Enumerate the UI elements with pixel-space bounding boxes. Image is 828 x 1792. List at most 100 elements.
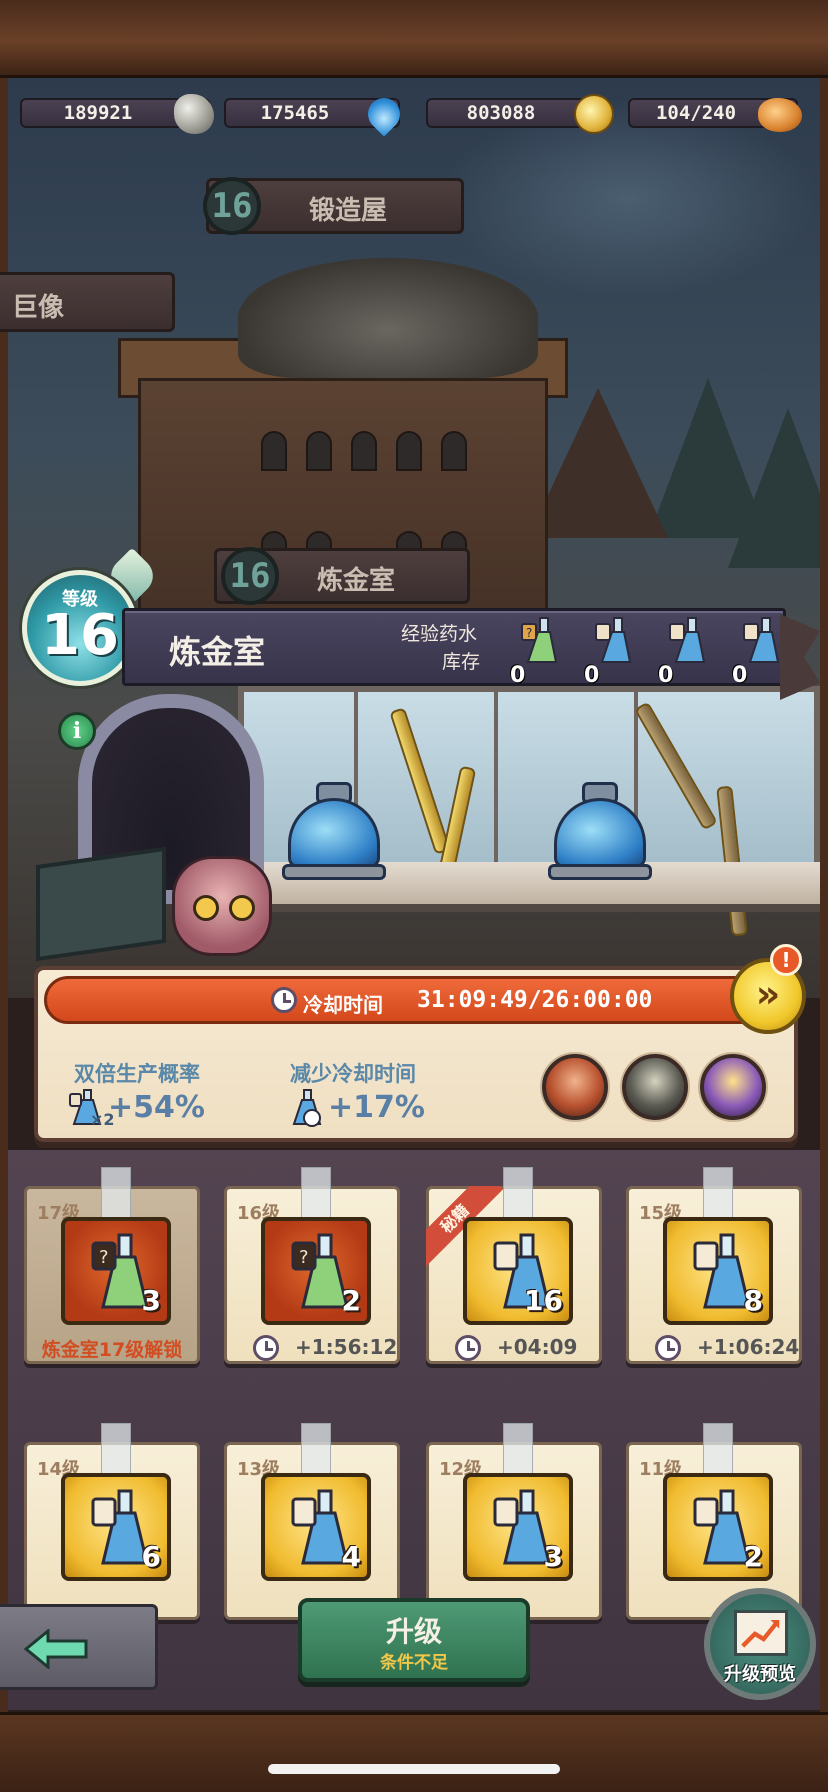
bread-icon [758, 98, 802, 132]
tent-spire [528, 388, 668, 538]
forge-name: 锻造屋 [309, 196, 388, 226]
stone-ore-icon [174, 94, 214, 134]
clock-icon [655, 1335, 681, 1361]
recipe-card[interactable]: 15级 8 +1:06:24 [626, 1167, 802, 1364]
giant-claw-statue [238, 258, 538, 378]
recipe-card[interactable]: 13级 4 [224, 1423, 400, 1620]
sky-glow [438, 98, 818, 298]
gold-coin-icon [574, 94, 614, 134]
potion-yield: 3 [543, 1540, 563, 1573]
cooldown-label: 冷却时间 [303, 993, 383, 1017]
brew-time: +1:06:24 [697, 1335, 800, 1359]
recipe-card[interactable]: 16级? 2 +1:56:12 [224, 1167, 400, 1364]
brew-time: +1:56:12 [295, 1335, 398, 1359]
potion-box: 16 [463, 1217, 573, 1325]
preview-label: 升级预览 [724, 1664, 796, 1685]
upgrade-button[interactable]: 升级 条件不足 [298, 1598, 530, 1682]
potion-box: 8 [663, 1217, 773, 1325]
stock-potion-1[interactable]: ? 0 [506, 612, 566, 688]
svg-text:?: ? [526, 626, 532, 640]
water-count: 175465 [260, 102, 330, 124]
clock-icon [455, 1335, 481, 1361]
lab-console [36, 846, 166, 962]
potion-yield: 8 [743, 1284, 763, 1317]
pine-tree [728, 408, 820, 568]
potion-box: 2 [663, 1473, 773, 1581]
potion-yield: 2 [743, 1540, 763, 1573]
potion-box: 4 [261, 1473, 371, 1581]
stock-count: 0 [510, 663, 526, 688]
alert-badge: ! [770, 944, 802, 976]
hero-portrait-masked-gunner[interactable] [622, 1054, 688, 1120]
top-wood-frame [0, 0, 828, 78]
colossus-sign[interactable]: 巨像 [0, 272, 175, 332]
resource-water: 175465 [224, 91, 407, 137]
clock-icon [271, 987, 297, 1013]
potion-box: ? 3 [61, 1217, 171, 1325]
colossus-name: 巨像 [12, 293, 65, 323]
reduce-cooldown-label: 减少冷却时间 [290, 1062, 416, 1086]
alchemy-lab-scene [8, 686, 820, 986]
right-frame [820, 78, 828, 1712]
potion-yield: 16 [524, 1284, 563, 1317]
exp-potion-label: 经验药水 [401, 623, 478, 645]
cooldown-bar: 冷却时间 31:09:49/26:00:00 [44, 976, 768, 1024]
stock-count: 0 [732, 663, 748, 688]
bottom-wood-frame [0, 1712, 828, 1792]
flask-icon [595, 617, 632, 663]
hero-portrait-red-hair[interactable] [542, 1054, 608, 1120]
info-button[interactable]: i [58, 712, 96, 750]
upgrade-label: 升级 [385, 1615, 442, 1648]
clock-icon [253, 1335, 279, 1361]
alchemist-creature[interactable] [172, 856, 272, 956]
potion-box: ? 2 [261, 1217, 371, 1325]
double-production-value: +54% [108, 1090, 205, 1125]
potion-yield: 3 [141, 1284, 161, 1317]
double-production-label: 双倍生产概率 [74, 1062, 200, 1086]
recipe-card[interactable]: 14级 6 [24, 1423, 200, 1620]
back-button[interactable] [0, 1604, 158, 1690]
potion-bell-jar [282, 782, 386, 882]
building-title: 炼金室 [169, 633, 266, 671]
resource-bread: 104/240 [628, 98, 802, 132]
stock-count: 0 [584, 663, 600, 688]
cooldown-time: 31:09:49/26:00:00 [417, 987, 653, 1013]
upgrade-preview-button[interactable]: 升级预览 [704, 1588, 816, 1700]
unlock-requirement: 炼金室17级解锁 [41, 1339, 183, 1361]
resource-stone: 189921 [20, 94, 214, 134]
svg-text:?: ? [299, 1247, 309, 1268]
potion-yield: 2 [341, 1284, 361, 1317]
trend-up-icon [734, 1610, 788, 1656]
alchemy-name: 炼金室 [317, 566, 396, 596]
resource-gold: 803088 [426, 94, 614, 134]
upgrade-condition: 条件不足 [380, 1653, 448, 1673]
alchemy-sign[interactable]: 16 炼金室 [214, 547, 470, 605]
potion-box: 3 [463, 1473, 573, 1581]
recipe-card[interactable]: 秘籍 16 +04:09 [426, 1167, 602, 1364]
stock-label: 库存 [442, 651, 481, 673]
reduce-time-potion-icon [292, 1089, 322, 1127]
potion-yield: 4 [341, 1540, 361, 1573]
flask-icon [743, 617, 780, 663]
potion-yield: 6 [141, 1540, 161, 1573]
brew-time: +04:09 [497, 1335, 578, 1359]
back-arrow-icon [24, 1629, 88, 1669]
recipe-card[interactable]: 17级? 3 炼金室17级解锁 [24, 1167, 200, 1364]
stock-potion-3[interactable]: 0 [654, 612, 714, 688]
forge-sign[interactable]: 16 锻造屋 [203, 177, 464, 235]
alchemy-level: 16 [221, 547, 279, 605]
svg-text:?: ? [99, 1247, 109, 1268]
level-number: 16 [41, 603, 119, 668]
home-indicator[interactable] [268, 1764, 560, 1774]
stock-count: 0 [658, 663, 674, 688]
cooldown-panel: 冷却时间 31:09:49/26:00:00 » 双倍生产概率 ×2 +54% … [34, 958, 806, 1142]
forge-level: 16 [203, 177, 261, 235]
stone-count: 189921 [63, 102, 133, 124]
potion-box: 6 [61, 1473, 171, 1581]
hero-portrait-purple-knight[interactable] [700, 1054, 766, 1120]
potion-bell-jar [548, 782, 652, 882]
flask-icon [669, 617, 706, 663]
stock-potion-2[interactable]: 0 [580, 612, 640, 688]
recipe-card[interactable]: 12级 3 [426, 1423, 602, 1620]
stock-potion-4[interactable]: 0 [728, 612, 788, 688]
